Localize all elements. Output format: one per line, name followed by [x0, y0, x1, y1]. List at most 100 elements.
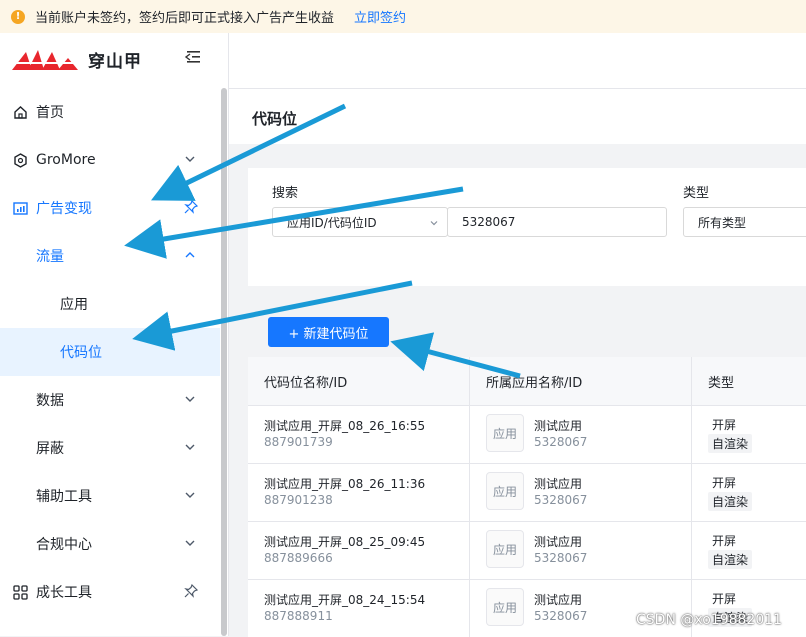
cell-type: 开屏 自渲染	[692, 522, 806, 579]
sidebar-scrollbar[interactable]	[221, 88, 227, 636]
app-name: 测试应用	[534, 419, 583, 433]
search-label: 搜索	[272, 186, 299, 201]
chevron-down-icon	[185, 540, 195, 546]
menu-item-label: GroMore	[36, 152, 96, 168]
notice-message: 当前账户未签约，签约后即可正式接入广告产生收益	[35, 11, 335, 26]
logo-icon	[12, 49, 78, 70]
table-row[interactable]: 测试应用_开屏_08_24_15:54 887888911 应用 测试应用 53…	[248, 579, 806, 637]
slot-name[interactable]: 测试应用_开屏_08_25_09:45	[264, 533, 425, 550]
app-icon: 应用	[486, 530, 524, 568]
menu-item-label: 合规中心	[36, 537, 92, 553]
slot-id: 887888911	[264, 609, 333, 623]
slot-name[interactable]: 测试应用_开屏_08_26_11:36	[264, 475, 425, 492]
menu-item-traffic[interactable]: 流量	[0, 232, 220, 280]
table-header: 代码位名称/ID 所属应用名称/ID 类型	[248, 357, 806, 405]
home-icon	[12, 104, 28, 120]
type-select-value: 所有类型	[698, 215, 747, 230]
slot-type: 开屏	[712, 418, 737, 432]
menu-item-tools[interactable]: 辅助工具	[0, 472, 220, 520]
cell-name: 测试应用_开屏_08_24_15:54 887888911	[248, 580, 470, 637]
menu-item-data[interactable]: 数据	[0, 376, 220, 424]
menu-item-label: 屏蔽	[36, 441, 64, 457]
slot-type: 开屏	[712, 476, 737, 490]
app-id: 5328067	[534, 551, 588, 565]
cell-app: 应用 测试应用 5328067	[470, 406, 692, 463]
menu-item-home[interactable]: 首页	[0, 88, 220, 136]
sidebar: 穿山甲 首页 GroMore 广告变现 流量 应用 代码位 数据 屏蔽 辅助工具…	[0, 33, 229, 636]
app-id: 5328067	[534, 493, 588, 507]
app-id: 5328067	[534, 435, 588, 449]
hexagon-icon	[12, 152, 28, 168]
table-row[interactable]: 测试应用_开屏_08_26_16:55 887901739 应用 测试应用 53…	[248, 405, 806, 463]
page-title-bar: 代码位	[229, 89, 806, 144]
render-tag: 自渲染	[708, 492, 753, 511]
column-header-name[interactable]: 代码位名称/ID	[248, 357, 470, 405]
menu-item-apps[interactable]: 应用	[0, 280, 220, 328]
type-label: 类型	[683, 186, 710, 201]
top-header	[229, 33, 806, 89]
slot-name[interactable]: 测试应用_开屏_08_26_16:55	[264, 417, 425, 434]
chevron-down-icon	[185, 444, 195, 450]
menu-item-label: 应用	[60, 297, 88, 313]
table-row[interactable]: 测试应用_开屏_08_25_09:45 887889666 应用 测试应用 53…	[248, 521, 806, 579]
column-header-type[interactable]: 类型	[692, 357, 806, 405]
menu-item-label: 首页	[36, 105, 64, 121]
chevron-down-icon	[185, 156, 195, 162]
search-input[interactable]: 5328067	[447, 207, 667, 237]
table-row[interactable]: 测试应用_开屏_08_26_11:36 887901238 应用 测试应用 53…	[248, 463, 806, 521]
warning-icon: !	[11, 9, 25, 24]
new-code-slot-button[interactable]: + 新建代码位	[268, 317, 389, 347]
chevron-down-icon	[430, 221, 438, 226]
menu-item-label: 广告变现	[36, 201, 92, 217]
logo[interactable]: 穿山甲	[12, 47, 142, 72]
cell-type: 开屏 自渲染	[692, 464, 806, 521]
slot-type: 开屏	[712, 592, 737, 606]
watermark: CSDN @xo19882011	[636, 612, 783, 628]
menu-item-ad-monetization[interactable]: 广告变现	[0, 184, 220, 232]
menu-item-growth-tools[interactable]: 成长工具	[0, 568, 220, 616]
slot-id: 887901739	[264, 435, 333, 449]
menu-item-block[interactable]: 屏蔽	[0, 424, 220, 472]
cell-type: 开屏 自渲染	[692, 406, 806, 463]
cell-name: 测试应用_开屏_08_26_16:55 887901739	[248, 406, 470, 463]
app-icon: 应用	[486, 588, 524, 626]
search-input-value: 5328067	[462, 215, 516, 229]
column-header-app[interactable]: 所属应用名称/ID	[470, 357, 692, 405]
slot-type: 开屏	[712, 534, 737, 548]
slot-name[interactable]: 测试应用_开屏_08_24_15:54	[264, 591, 425, 608]
chevron-down-icon	[185, 492, 195, 498]
menu-item-label: 流量	[36, 249, 64, 265]
chart-icon	[12, 200, 28, 216]
app-icon: 应用	[486, 472, 524, 510]
search-type-select[interactable]: 应用ID/代码位ID	[272, 207, 448, 237]
menu-item-code-slots[interactable]: 代码位	[0, 328, 220, 376]
sign-contract-link[interactable]: 立即签约	[354, 7, 406, 26]
slot-id: 887889666	[264, 551, 333, 565]
app-name: 测试应用	[534, 477, 583, 491]
slot-id: 887901238	[264, 493, 333, 507]
cell-app: 应用 测试应用 5328067	[470, 522, 692, 579]
cell-name: 测试应用_开屏_08_25_09:45 887889666	[248, 522, 470, 579]
side-menu: 首页 GroMore 广告变现 流量 应用 代码位 数据 屏蔽 辅助工具 合规中…	[0, 88, 220, 616]
type-select[interactable]: 所有类型	[683, 207, 806, 237]
pin-icon[interactable]	[184, 584, 198, 598]
search-type-value: 应用ID/代码位ID	[287, 215, 377, 230]
menu-item-label: 代码位	[60, 345, 102, 361]
page-title: 代码位	[252, 110, 298, 128]
menu-item-gromore[interactable]: GroMore	[0, 136, 220, 184]
render-tag: 自渲染	[708, 550, 753, 569]
search-panel: 搜索 应用ID/代码位ID 5328067 类型 所有类型	[248, 168, 806, 286]
menu-item-label: 数据	[36, 393, 64, 409]
cell-name: 测试应用_开屏_08_26_11:36 887901238	[248, 464, 470, 521]
notice-bar: ! 当前账户未签约，签约后即可正式接入广告产生收益 立即签约	[0, 0, 806, 33]
code-slot-table: 代码位名称/ID 所属应用名称/ID 类型 测试应用_开屏_08_26_16:5…	[248, 357, 806, 637]
chevron-down-icon	[185, 396, 195, 402]
pin-icon[interactable]	[184, 200, 198, 214]
app-name: 测试应用	[534, 535, 583, 549]
menu-item-compliance[interactable]: 合规中心	[0, 520, 220, 568]
render-tag: 自渲染	[708, 434, 753, 453]
app-name: 测试应用	[534, 593, 583, 607]
menu-item-label: 辅助工具	[36, 489, 92, 505]
cell-app: 应用 测试应用 5328067	[470, 580, 692, 637]
menu-collapse-icon[interactable]	[184, 49, 202, 65]
